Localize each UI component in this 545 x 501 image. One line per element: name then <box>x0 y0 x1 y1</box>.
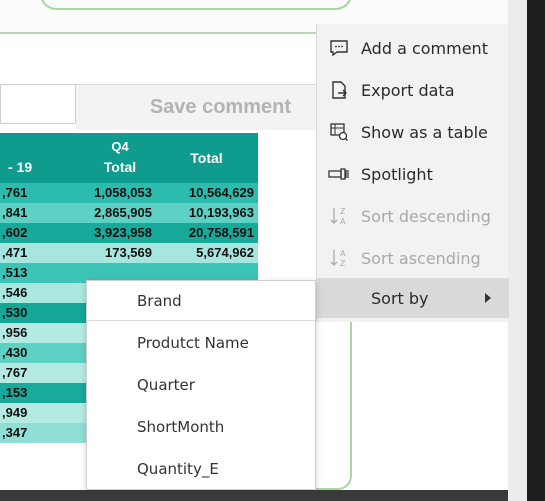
save-comment-label: Save comment <box>149 95 291 118</box>
svg-text:Z: Z <box>340 259 346 268</box>
menu-item-label: Add a comment <box>361 38 488 58</box>
table-cell: ,949 <box>2 405 28 420</box>
submenu-item-label: Produtct Name <box>137 334 249 352</box>
table-cell: 5,674,962 <box>196 245 254 260</box>
context-menu: Add a comment Export data Show as a tabl… <box>316 24 509 322</box>
table-cell: ,347 <box>2 425 28 440</box>
table-row: ,761 1,058,053 10,564,629 <box>0 183 258 203</box>
submenu-item-product-name[interactable]: Produtct Name <box>87 323 315 363</box>
submenu-item-quantity-e[interactable]: Quantity_E <box>87 449 315 489</box>
table-cell: 173,569 <box>105 245 152 260</box>
table-cell: ,767 <box>2 365 28 380</box>
sort-by-submenu: Brand Produtct Name Quarter ShortMonth Q… <box>86 280 316 490</box>
right-strip <box>508 0 527 501</box>
table-cell: ,430 <box>2 345 28 360</box>
menu-item-label: Sort by <box>371 288 429 308</box>
submenu-item-quarter[interactable]: Quarter <box>87 365 315 405</box>
menu-item-sort-ascending[interactable]: AZ Sort ascending <box>317 238 509 278</box>
table-cell: 1,058,053 <box>94 185 152 200</box>
table-cell: ,513 <box>2 265 28 280</box>
table-cell: ,761 <box>2 185 28 200</box>
header-q4-total: Total <box>103 159 137 175</box>
menu-item-spotlight[interactable]: Spotlight <box>317 154 509 194</box>
menu-item-show-as-table[interactable]: Show as a table <box>317 112 509 152</box>
table-cell: ,546 <box>2 285 28 300</box>
table-cell: 2,865,905 <box>94 205 152 220</box>
header-col-left: - 19 <box>8 159 33 175</box>
svg-text:A: A <box>340 217 346 226</box>
divider <box>0 32 317 34</box>
table-cell: ,530 <box>2 305 28 320</box>
comment-icon <box>317 39 361 57</box>
menu-item-sort-by[interactable]: Sort by <box>317 278 509 318</box>
sort-ascending-icon: AZ <box>317 248 361 268</box>
menu-item-export-data[interactable]: Export data <box>317 70 509 110</box>
sort-descending-icon: ZA <box>317 206 361 226</box>
menu-item-label: Show as a table <box>361 122 488 142</box>
comment-input[interactable] <box>0 84 76 124</box>
table-cell: 10,564,629 <box>188 185 254 200</box>
menu-item-sort-descending[interactable]: ZA Sort descending <box>317 196 509 236</box>
header-total: Total <box>190 150 223 166</box>
table-header: Q4 Total - 19 Total <box>0 133 258 183</box>
table-row: ,602 3,923,958 20,758,591 <box>0 223 258 243</box>
svg-text:A: A <box>340 249 346 258</box>
header-q4: Q4 <box>111 139 129 154</box>
submenu-item-brand[interactable]: Brand <box>87 281 315 321</box>
menu-item-label: Export data <box>361 80 455 100</box>
table-row: ,471 173,569 5,674,962 <box>0 243 258 263</box>
menu-item-label: Spotlight <box>361 164 433 184</box>
menu-item-label: Sort ascending <box>361 248 481 268</box>
chevron-right-icon <box>485 293 491 303</box>
table-cell: ,471 <box>2 245 28 260</box>
table-cell: ,841 <box>2 205 28 220</box>
table-cell: 3,923,958 <box>94 225 152 240</box>
submenu-item-label: Quarter <box>137 376 195 394</box>
save-comment-button[interactable]: Save comment <box>76 84 317 130</box>
export-icon <box>317 80 361 100</box>
submenu-item-label: Brand <box>137 291 182 310</box>
submenu-item-label: Quantity_E <box>137 460 219 478</box>
table-row: ,841 2,865,905 10,193,963 <box>0 203 258 223</box>
menu-item-label: Sort descending <box>361 206 491 226</box>
table-cell: ,956 <box>2 325 28 340</box>
right-dark-edge <box>527 0 545 501</box>
table-cell: 10,193,963 <box>188 205 254 220</box>
table-view-icon <box>317 122 361 142</box>
table-cell: 20,758,591 <box>188 225 254 240</box>
menu-item-add-comment[interactable]: Add a comment <box>317 28 509 68</box>
submenu-item-label: ShortMonth <box>137 418 225 436</box>
svg-text:Z: Z <box>340 207 346 216</box>
submenu-item-short-month[interactable]: ShortMonth <box>87 407 315 447</box>
table-cell: ,602 <box>2 225 28 240</box>
bottom-bar <box>0 490 508 501</box>
table-cell: ,153 <box>2 385 28 400</box>
spotlight-icon <box>317 167 361 181</box>
card-edge <box>40 0 352 10</box>
